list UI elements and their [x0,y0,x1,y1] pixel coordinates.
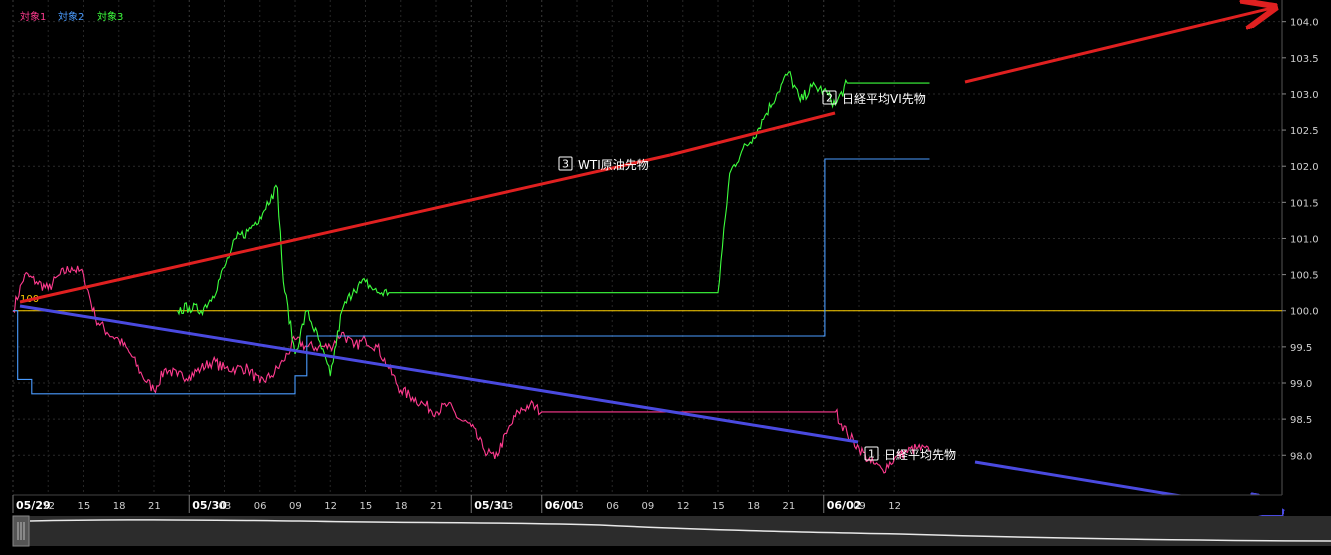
x-tick-label: 15 [360,501,373,512]
y-tick-label: 101.5 [1290,198,1319,209]
x-tick-label: 12 [324,501,337,512]
y-tick-label: 98.0 [1290,451,1312,462]
x-tick-label: 12 [677,501,690,512]
legend-item-2: 対象2 [58,10,84,23]
legend: 対象1 対象2 対象3 [20,10,123,23]
comparison-chart: 98.0 98.5 99.0 99.5 100.0 100.5 101.0 101.5 102.… [12,0,1331,547]
x-tick-label: 09 [853,501,866,512]
annotation-label: 日経平均先物 [884,448,956,462]
x-tick-label: 15 [78,501,91,512]
y-tick-label: 102.5 [1290,126,1319,137]
y-axis-panel [1282,0,1331,515]
x-tick-label: 12 [888,501,901,512]
y-tick-label: 103.5 [1290,54,1319,65]
y-tick-label: 102.0 [1290,162,1319,173]
annotation-number: 1 [868,448,875,461]
x-tick-label: 21 [148,501,161,512]
plot-area [13,0,1282,515]
y-tick-label: 99.0 [1290,379,1312,390]
y-tick-label: 98.5 [1290,415,1312,426]
y-tick-label: 99.5 [1290,343,1312,354]
x-tick-label: 12 [42,501,55,512]
y-tick-label: 100.0 [1290,307,1319,318]
x-tick-label: 06 [606,501,619,512]
y-tick-label: 103.0 [1290,90,1319,101]
x-tick-label: 21 [783,501,796,512]
legend-item-3: 対象3 [97,10,123,23]
x-tick-label: 09 [642,501,655,512]
legend-item-1: 対象1 [20,10,46,23]
y-tick-label: 104.0 [1290,18,1319,29]
x-tick-label: 21 [430,501,443,512]
annotation-label: 日経平均VI先物 [842,92,926,106]
x-tick-label: 15 [712,501,725,512]
y-tick-label: 101.0 [1290,234,1319,245]
annotation-number: 3 [562,158,569,171]
x-tick-label: 18 [747,501,760,512]
x-tick-label: 06 [254,501,267,512]
x-tick-label: 03 [219,501,232,512]
x-tick-label: 03 [571,501,584,512]
annotation-label: WTI原油先物 [578,158,649,172]
x-tick-label: 18 [113,501,126,512]
annotation-number: 2 [826,92,833,105]
y-tick-label: 100.5 [1290,271,1319,282]
x-tick-label: 18 [395,501,408,512]
x-tick-label: 03 [501,501,514,512]
x-tick-label: 09 [289,501,302,512]
